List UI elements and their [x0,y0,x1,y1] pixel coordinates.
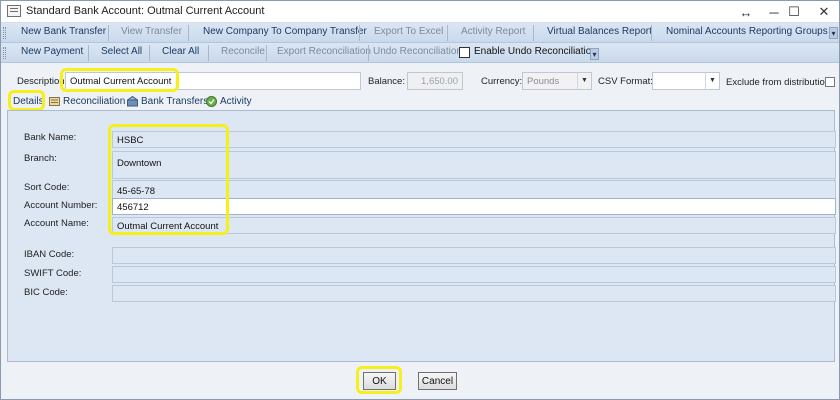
toolbar-overflow-icon[interactable]: ▾ [590,48,599,60]
ok-button[interactable]: OK [363,372,396,390]
toolbar-separator [651,25,652,41]
chevron-down-icon[interactable]: ▼ [577,73,591,89]
account-name-label: Account Name: [24,218,89,229]
toolbar-separator [447,25,448,41]
details-panel: Bank Name: HSBC Branch: Downtown Sort Co… [7,110,836,362]
toolbar-overflow-icon[interactable]: ▾ [829,27,838,39]
bank-name-label: Bank Name: [24,132,77,143]
bank-account-window: Standard Bank Account: Outmal Current Ac… [0,0,840,400]
toolbar-grip[interactable] [3,27,6,39]
reconciliation-icon [49,96,60,106]
tab-bank-transfers[interactable]: Bank Transfers [127,94,208,108]
bic-code-field[interactable] [112,285,836,302]
undo-reconciliation-button[interactable]: Undo Reconciliation [373,46,462,57]
iban-code-field[interactable] [112,247,836,264]
window-icon [7,5,21,17]
toolbar-separator [533,25,534,41]
toolbar-separator [188,25,189,41]
balance-field: 1,650.00 [407,72,463,90]
clear-all-button[interactable]: Clear All [162,46,199,57]
reconcile-button[interactable]: Reconcile [221,46,265,57]
chevron-down-icon[interactable]: ▼ [705,73,719,89]
cancel-button[interactable]: Cancel [418,372,457,390]
toolbar-separator [108,25,109,41]
toolbar-separator [88,45,89,61]
swift-code-label: SWIFT Code: [24,268,82,279]
select-all-button[interactable]: Select All [101,46,142,57]
swift-code-field[interactable] [112,266,836,283]
account-number-field[interactable]: 456712 [112,198,836,215]
reconciliation-toolbar: New Payment Select All Clear All Reconci… [1,43,839,63]
toolbar-grip[interactable] [3,47,6,59]
virtual-balances-report-button[interactable]: Virtual Balances Report [547,26,652,37]
tab-details[interactable]: Details [13,94,44,108]
account-number-label: Account Number: [24,200,98,211]
maximize-button[interactable]: ☐ [777,1,811,23]
new-payment-button[interactable]: New Payment [21,46,83,57]
view-transfer-button[interactable]: View Transfer [121,26,182,37]
branch-label: Branch: [24,153,57,164]
tab-activity-label: Activity [220,95,252,107]
enable-undo-reconciliation-label: Enable Undo Reconciliation [474,46,597,57]
sort-code-field[interactable]: 45-65-78 [112,180,836,199]
tab-reconciliation[interactable]: Reconciliation [49,94,125,108]
title-bar: Standard Bank Account: Outmal Current Ac… [1,1,839,23]
toolbar-separator [368,45,369,61]
toolbar-separator [149,45,150,61]
activity-icon [206,95,217,107]
enable-undo-reconciliation-checkbox[interactable] [459,47,470,58]
currency-value: Pounds [527,76,560,87]
currency-label: Currency: [481,76,523,87]
sort-code-label: Sort Code: [24,182,70,193]
csv-format-label: CSV Format: [598,76,653,87]
tab-reconciliation-label: Reconciliation [63,95,126,107]
main-toolbar: New Bank Transfer View Transfer New Comp… [1,23,839,43]
toolbar-separator [208,45,209,61]
tab-bank-transfers-label: Bank Transfers [141,95,209,107]
bank-transfers-icon [127,95,138,106]
description-label: Description: [17,76,68,87]
bank-name-field[interactable]: HSBC [112,131,836,148]
new-bank-transfer-button[interactable]: New Bank Transfer [21,26,106,37]
export-to-excel-button[interactable]: Export To Excel [374,26,443,37]
export-reconciliation-button[interactable]: Export Reconciliation [277,46,371,57]
iban-code-label: IBAN Code: [24,249,75,260]
toolbar-separator [266,45,267,61]
tab-details-label: Details [13,95,44,107]
close-button[interactable]: ✕ [807,1,839,23]
csv-format-select[interactable]: ▼ [652,72,720,90]
exclude-from-distribution-checkbox[interactable] [825,77,835,87]
exclude-from-distribution-label: Exclude from distribution [726,77,831,88]
currency-select[interactable]: Pounds ▼ [522,72,592,90]
branch-field[interactable]: Downtown [112,151,836,179]
balance-label: Balance: [368,76,405,87]
nominal-accounts-reporting-groups-button[interactable]: Nominal Accounts Reporting Groups [666,26,828,37]
new-company-transfer-button[interactable]: New Company To Company Transfer [203,26,367,37]
activity-report-button[interactable]: Activity Report [461,26,525,37]
description-input[interactable]: Outmal Current Account [65,72,361,90]
tab-activity[interactable]: Activity [206,94,252,108]
window-title: Standard Bank Account: Outmal Current Ac… [26,5,265,17]
account-name-field[interactable]: Outmal Current Account [112,217,836,234]
toolbar-separator [359,25,360,41]
bic-code-label: BIC Code: [24,287,68,298]
